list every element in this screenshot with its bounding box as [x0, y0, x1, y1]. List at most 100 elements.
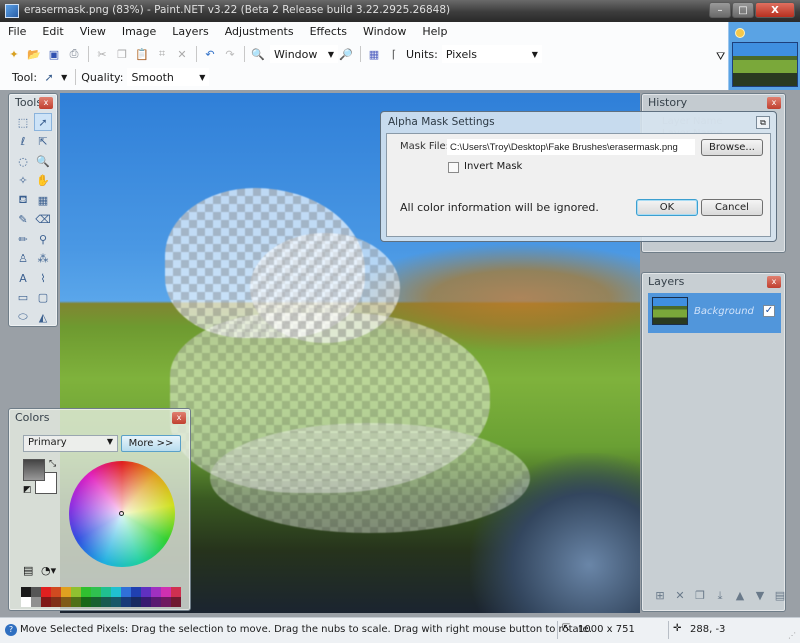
tool-rounded-rectangle[interactable]: ▢	[34, 289, 52, 307]
add-layer-icon[interactable]: ⊞	[652, 589, 668, 605]
palette-menu-icon[interactable]: ▤	[23, 564, 33, 577]
zoom-in-icon[interactable]: 🔎	[338, 46, 354, 62]
move-down-icon[interactable]: ▼	[752, 589, 768, 605]
palette-swatch[interactable]	[111, 597, 121, 607]
tool-line-curve[interactable]: ⌇	[34, 269, 52, 287]
palette-swatch[interactable]	[91, 597, 101, 607]
tool-move-selection[interactable]: ⇱	[34, 133, 52, 151]
menu-image[interactable]: Image	[122, 25, 156, 38]
palette-swatch[interactable]	[71, 587, 81, 597]
cancel-button[interactable]: Cancel	[701, 199, 763, 216]
save-icon[interactable]: ▣	[46, 46, 62, 62]
color-wheel-cursor[interactable]	[119, 511, 124, 516]
palette-swatch[interactable]	[101, 597, 111, 607]
palette-swatch[interactable]	[121, 597, 131, 607]
resize-grip[interactable]: ⋰	[788, 631, 796, 640]
minimize-button[interactable]: –	[709, 2, 731, 18]
move-up-icon[interactable]: ▲	[732, 589, 748, 605]
close-icon[interactable]: x	[767, 276, 781, 288]
layer-properties-icon[interactable]: ▤	[772, 589, 788, 605]
menu-effects[interactable]: Effects	[310, 25, 347, 38]
ok-button[interactable]: OK	[636, 199, 698, 216]
tool-rectangle-select[interactable]: ⬚	[14, 113, 32, 131]
grid-icon[interactable]: ▦	[366, 46, 382, 62]
color-mode-select[interactable]: Primary ▼	[23, 435, 118, 452]
tool-clone-stamp[interactable]: ♙	[14, 250, 32, 268]
palette-swatch[interactable]	[71, 597, 81, 607]
palette-swatch[interactable]	[171, 587, 181, 597]
new-icon[interactable]: ✦	[6, 46, 22, 62]
tool-pencil[interactable]: ✏	[14, 230, 32, 248]
invert-mask-checkbox[interactable]	[448, 162, 459, 173]
tool-color-picker[interactable]: ⚲	[34, 230, 52, 248]
menu-adjustments[interactable]: Adjustments	[225, 25, 294, 38]
menu-file[interactable]: File	[8, 25, 26, 38]
tool-paint-bucket[interactable]: ⛾	[14, 191, 32, 209]
palette-swatch[interactable]	[21, 587, 31, 597]
close-icon[interactable]: x	[172, 412, 186, 424]
image-list-menu-icon[interactable]: ⛛	[716, 50, 725, 64]
image-thumbnail[interactable]	[732, 42, 798, 87]
tool-recolor[interactable]: ⁂	[34, 250, 52, 268]
tool-eraser[interactable]: ⌫	[34, 211, 52, 229]
palette-swatch[interactable]	[21, 597, 31, 607]
palette-swatch[interactable]	[111, 587, 121, 597]
palette-swatch[interactable]	[31, 597, 41, 607]
open-icon[interactable]: 📂	[26, 46, 42, 62]
quality-combo[interactable]: Smooth ▼	[127, 68, 210, 86]
close-icon[interactable]: x	[39, 97, 53, 109]
zoom-combo[interactable]: Window ▼	[270, 45, 338, 63]
swap-colors-icon[interactable]: ⤡	[49, 459, 56, 469]
tool-gradient[interactable]: ▦	[34, 191, 52, 209]
delete-layer-icon[interactable]: ✕	[672, 589, 688, 605]
palette-swatch[interactable]	[161, 597, 171, 607]
tool-magic-wand[interactable]: ✧	[14, 172, 32, 190]
layer-row[interactable]: Background ✓	[648, 293, 781, 333]
palette-swatch[interactable]	[51, 587, 61, 597]
undo-icon[interactable]: ↶	[202, 46, 218, 62]
cut-icon[interactable]: ✂	[94, 46, 110, 62]
copy-icon[interactable]: ❐	[114, 46, 130, 62]
tool-zoom[interactable]: 🔍	[34, 152, 52, 170]
palette-swatch[interactable]	[171, 597, 181, 607]
palette-swatch[interactable]	[151, 587, 161, 597]
tool-rectangle[interactable]: ▭	[14, 289, 32, 307]
primary-color-swatch[interactable]	[23, 459, 45, 481]
menu-help[interactable]: Help	[422, 25, 447, 38]
merge-down-icon[interactable]: ⤓	[712, 589, 728, 605]
palette-swatch[interactable]	[141, 587, 151, 597]
palette-swatch[interactable]	[91, 587, 101, 597]
image-tab[interactable]	[728, 22, 800, 90]
palette-swatch[interactable]	[161, 587, 171, 597]
palette-swatch[interactable]	[61, 587, 71, 597]
browse-button[interactable]: Browse...	[701, 139, 763, 156]
palette-swatch[interactable]	[51, 597, 61, 607]
tool-pan[interactable]: ✋	[34, 172, 52, 190]
deselect-icon[interactable]: ✕	[174, 46, 190, 62]
current-tool-icon[interactable]: ➚	[41, 69, 57, 85]
tool-ellipse[interactable]: ⬭	[14, 308, 32, 326]
palette-swatch[interactable]	[101, 587, 111, 597]
more-colors-button[interactable]: More >>	[121, 435, 181, 452]
close-button[interactable]: X	[755, 2, 795, 18]
redo-icon[interactable]: ↷	[222, 46, 238, 62]
tool-freeform-shape[interactable]: ◭	[34, 308, 52, 326]
palette-swatch[interactable]	[41, 587, 51, 597]
duplicate-layer-icon[interactable]: ❐	[692, 589, 708, 605]
tool-paintbrush[interactable]: ✎	[14, 211, 32, 229]
palette-swatch[interactable]	[61, 597, 71, 607]
tool-ellipse-select[interactable]: ◌	[14, 152, 32, 170]
invert-mask-label[interactable]: Invert Mask	[464, 161, 522, 172]
layer-visibility-checkbox[interactable]: ✓	[763, 305, 775, 317]
palette-swatch[interactable]	[81, 587, 91, 597]
menu-window[interactable]: Window	[363, 25, 406, 38]
rulers-icon[interactable]: ⌈	[386, 46, 402, 62]
print-icon[interactable]: ⎙	[66, 46, 82, 62]
menu-edit[interactable]: Edit	[42, 25, 63, 38]
palette-swatch[interactable]	[131, 587, 141, 597]
paste-icon[interactable]: 📋	[134, 46, 150, 62]
palette-swatch[interactable]	[81, 597, 91, 607]
tool-lasso-select[interactable]: ℓ	[14, 133, 32, 151]
palette-swatch[interactable]	[31, 587, 41, 597]
menu-view[interactable]: View	[80, 25, 106, 38]
